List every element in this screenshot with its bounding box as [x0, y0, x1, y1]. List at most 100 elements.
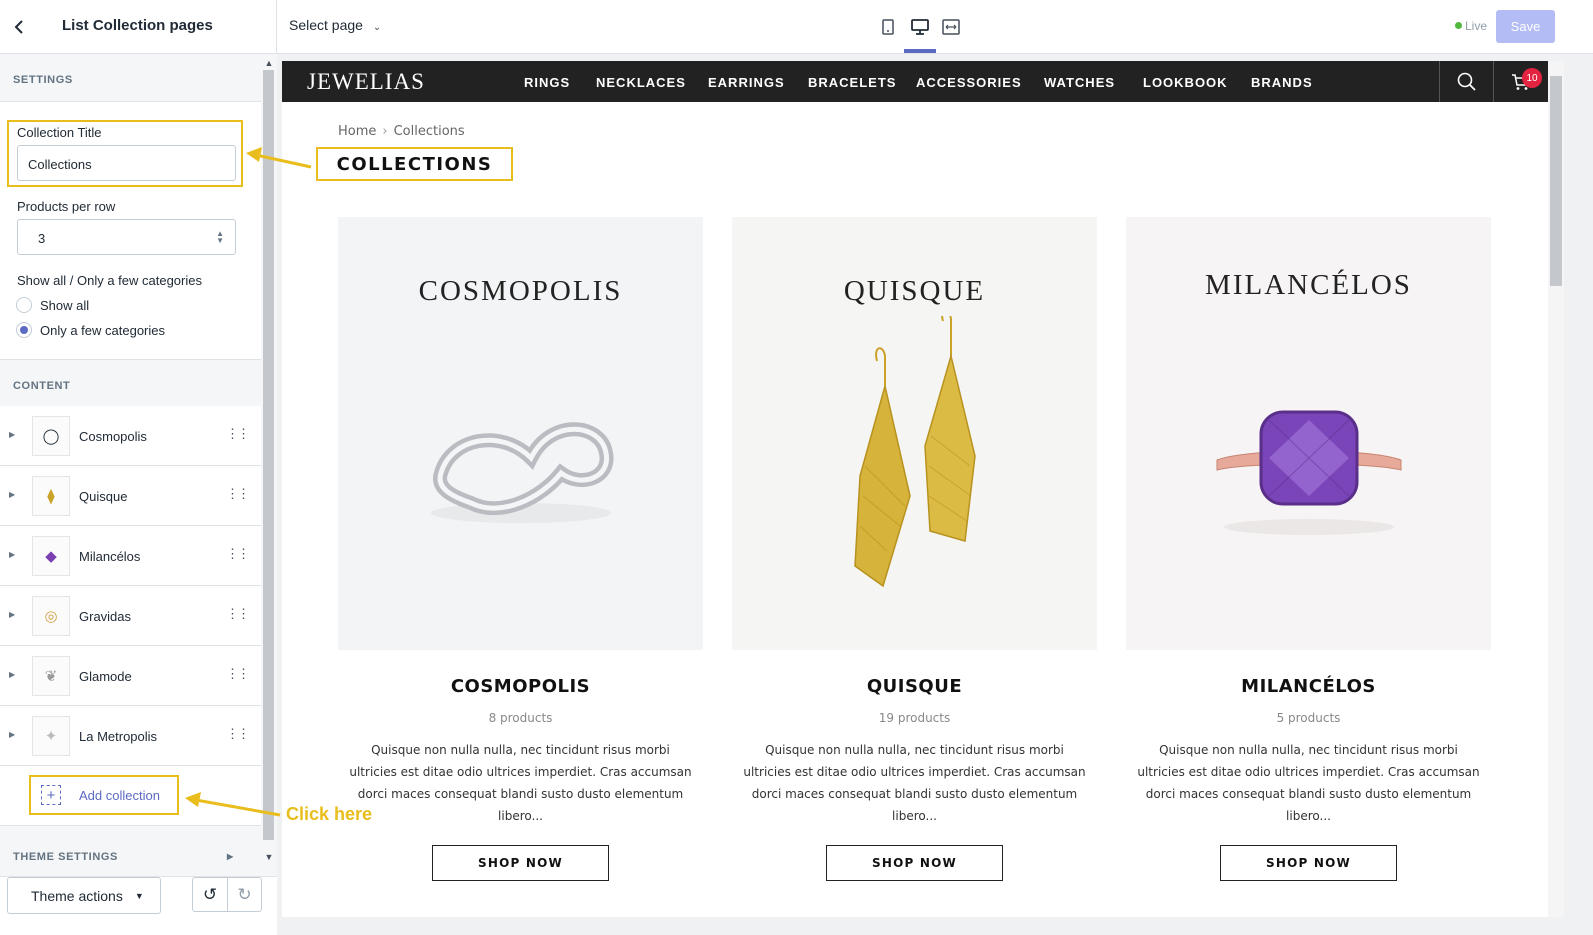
radio-few-categories[interactable]: Only a few categories [16, 322, 165, 338]
sidebar-header: List Collection pages [0, 0, 277, 54]
sidebar-title: List Collection pages [62, 17, 213, 34]
collection-count: 8 products [488, 711, 553, 725]
necklace-icon: ❦ [32, 656, 70, 696]
sidebar-scrollbar-thumb[interactable] [263, 70, 274, 840]
chevron-down-icon: ⌄ [372, 22, 382, 33]
shop-now-button[interactable]: SHOP NOW [432, 845, 609, 881]
content-list: ▶ ◯ Cosmopolis ⋮⋮ ▶ ⧫ Quisque ⋮⋮ ▶ ◆ Mil… [0, 406, 261, 766]
breadcrumb-home[interactable]: Home [338, 124, 376, 139]
select-page-label: Select page [289, 17, 363, 33]
store-nav: JEWELIAS RINGS NECKLACES EARRINGS BRACEL… [282, 61, 1548, 102]
gem-ring-icon: ◆ [32, 536, 70, 576]
collection-image[interactable]: MILANCÉLOS [1126, 217, 1491, 650]
nav-item-brands[interactable]: BRANDS [1251, 75, 1313, 90]
jewelry-icon: ✦ [32, 716, 70, 756]
categories-label: Show all / Only a few categories [17, 273, 202, 288]
breadcrumb: Home › Collections [338, 124, 465, 139]
collection-image-title: QUISQUE [843, 275, 986, 307]
nav-item-watches[interactable]: WATCHES [1044, 75, 1115, 90]
breadcrumb-current: Collections [393, 124, 465, 139]
nav-item-bracelets[interactable]: BRACELETS [808, 75, 896, 90]
scroll-up-icon[interactable]: ▲ [262, 56, 276, 70]
nav-item-earrings[interactable]: EARRINGS [708, 75, 785, 90]
back-arrow-icon[interactable] [8, 15, 30, 39]
products-per-row-select[interactable]: 3 ▲ ▼ [17, 219, 236, 255]
preview-area: JEWELIAS RINGS NECKLACES EARRINGS BRACEL… [277, 54, 1593, 935]
theme-settings-heading[interactable]: THEME SETTINGS ▶ [0, 826, 261, 876]
undo-icon[interactable]: ↺ [193, 878, 227, 911]
collection-image[interactable]: COSMOPOLIS [338, 217, 703, 650]
drag-handle-icon[interactable]: ⋮⋮ [226, 547, 250, 560]
caret-right-icon: ▶ [227, 852, 234, 861]
collection-image[interactable]: QUISQUE [732, 217, 1097, 650]
content-item-la-metropolis[interactable]: ▶ ✦ La Metropolis ⋮⋮ [0, 706, 261, 766]
click-here-annotation: Click here [286, 804, 373, 824]
collection-description: Quisque non nulla nulla, nec tincidunt r… [743, 743, 1086, 823]
content-item-glamode[interactable]: ▶ ❦ Glamode ⋮⋮ [0, 646, 261, 706]
chevron-right-icon: › [382, 124, 388, 139]
collection-description: Quisque non nulla nulla, nec tincidunt r… [349, 743, 692, 823]
drag-handle-icon[interactable]: ⋮⋮ [226, 727, 250, 740]
theme-actions-button[interactable]: Theme actions ▼ [7, 877, 161, 914]
radio-label: Show all [40, 297, 90, 313]
drag-handle-icon[interactable]: ⋮⋮ [226, 487, 250, 500]
radio-button[interactable] [16, 297, 32, 313]
radio-button-selected[interactable] [16, 322, 32, 338]
nav-item-necklaces[interactable]: NECKLACES [596, 75, 686, 90]
drag-handle-icon[interactable]: ⋮⋮ [226, 607, 250, 620]
save-button[interactable]: Save [1496, 10, 1555, 43]
store-logo[interactable]: JEWELIAS [307, 69, 425, 95]
radio-label: Only a few categories [40, 322, 166, 338]
radio-show-all[interactable]: Show all [16, 297, 89, 313]
editor-topbar: Select page ⌄ Live Save [277, 0, 1593, 54]
collection-title-highlight [7, 120, 243, 187]
shop-now-button[interactable]: SHOP NOW [1220, 845, 1397, 881]
select-arrows-icon: ▲ ▼ [216, 229, 224, 245]
fullscreen-icon[interactable] [940, 16, 962, 38]
drag-handle-icon[interactable]: ⋮⋮ [226, 667, 250, 680]
silver-ring-icon [430, 422, 613, 523]
content-heading: CONTENT [0, 360, 261, 408]
select-page-dropdown[interactable]: Select page ⌄ [289, 17, 381, 33]
content-item-label: Quisque [79, 489, 128, 504]
scroll-down-icon[interactable]: ▼ [262, 850, 276, 864]
collection-image-title: MILANCÉLOS [1205, 269, 1412, 301]
collection-name[interactable]: COSMOPOLIS [338, 676, 703, 697]
collection-name[interactable]: MILANCÉLOS [1126, 676, 1491, 697]
caret-right-icon[interactable]: ▶ [9, 670, 15, 679]
nav-item-accessories[interactable]: ACCESSORIES [916, 75, 1022, 90]
redo-icon[interactable]: ↻ [226, 878, 261, 911]
products-per-row-value: 3 [38, 231, 46, 246]
shop-now-button[interactable]: SHOP NOW [826, 845, 1003, 881]
content-item-milancelos[interactable]: ▶ ◆ Milancélos ⋮⋮ [0, 526, 261, 586]
desktop-icon[interactable] [909, 16, 931, 38]
drag-handle-icon[interactable]: ⋮⋮ [226, 427, 250, 440]
caret-right-icon[interactable]: ▶ [9, 730, 15, 739]
collection-name[interactable]: QUISQUE [732, 676, 1097, 697]
search-icon[interactable] [1439, 61, 1493, 102]
caret-right-icon[interactable]: ▶ [9, 550, 15, 559]
content-item-gravidas[interactable]: ▶ ◎ Gravidas ⋮⋮ [0, 586, 261, 646]
mobile-icon[interactable] [877, 16, 899, 38]
nav-item-lookbook[interactable]: LOOKBOOK [1143, 75, 1228, 90]
sidebar-footer: Theme actions ▼ ↺ ↻ [0, 876, 277, 935]
collection-image-title: COSMOPOLIS [418, 275, 623, 307]
settings-heading: SETTINGS [0, 54, 261, 102]
theme-settings-label: THEME SETTINGS [13, 851, 118, 863]
content-item-label: Gravidas [79, 609, 132, 624]
page-title: COLLECTIONS [336, 153, 493, 175]
content-item-cosmopolis[interactable]: ▶ ◯ Cosmopolis ⋮⋮ [0, 406, 261, 466]
caret-right-icon[interactable]: ▶ [9, 610, 15, 619]
add-section-icon: + [41, 785, 61, 805]
cart-icon[interactable]: 10 [1493, 61, 1548, 102]
caret-right-icon[interactable]: ▶ [9, 430, 15, 439]
content-item-quisque[interactable]: ▶ ⧫ Quisque ⋮⋮ [0, 466, 261, 526]
live-label: Live [1465, 19, 1488, 33]
preview-scrollbar-thumb[interactable] [1550, 76, 1562, 286]
active-device-indicator [904, 49, 936, 53]
nav-item-rings[interactable]: RINGS [524, 75, 570, 90]
collection-count: 5 products [1276, 711, 1341, 725]
caret-right-icon[interactable]: ▶ [9, 490, 15, 499]
add-collection-button[interactable]: + Add collection [29, 775, 179, 815]
cart-count-badge: 10 [1522, 68, 1542, 88]
